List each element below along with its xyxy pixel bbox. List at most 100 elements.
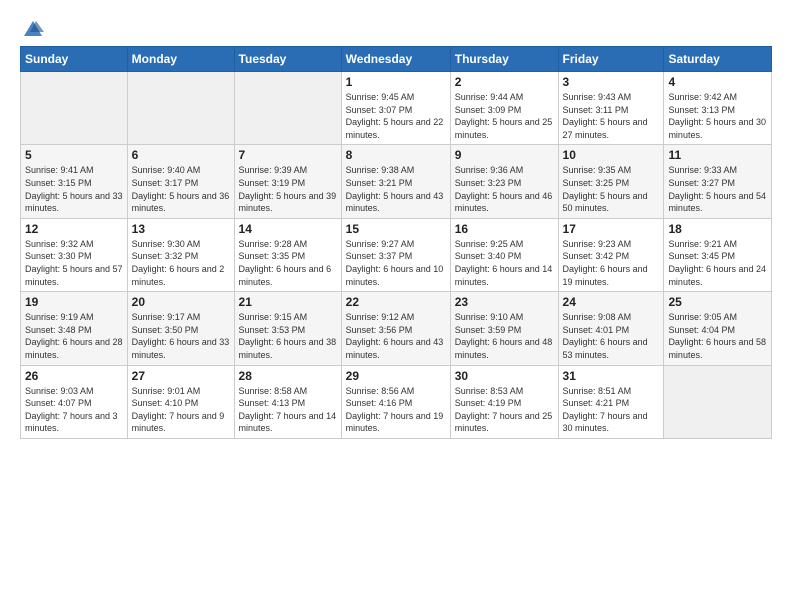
day-info: Sunrise: 9:08 AMSunset: 4:01 PMDaylight:… — [563, 311, 660, 361]
day-info: Sunrise: 9:30 AMSunset: 3:32 PMDaylight:… — [132, 238, 230, 288]
calendar-cell — [234, 72, 341, 145]
day-number: 15 — [346, 222, 446, 236]
calendar-week-4: 19 Sunrise: 9:19 AMSunset: 3:48 PMDayligh… — [21, 292, 772, 365]
day-number: 4 — [668, 75, 767, 89]
logo — [20, 18, 44, 36]
calendar-cell: 3 Sunrise: 9:43 AMSunset: 3:11 PMDaylight… — [558, 72, 664, 145]
calendar-cell: 13 Sunrise: 9:30 AMSunset: 3:32 PMDayligh… — [127, 218, 234, 291]
logo-icon — [22, 18, 44, 40]
day-info: Sunrise: 9:03 AMSunset: 4:07 PMDaylight:… — [25, 385, 123, 435]
calendar-cell: 30 Sunrise: 8:53 AMSunset: 4:19 PMDayligh… — [450, 365, 558, 438]
weekday-monday: Monday — [127, 47, 234, 72]
day-number: 9 — [455, 148, 554, 162]
day-number: 17 — [563, 222, 660, 236]
day-info: Sunrise: 9:32 AMSunset: 3:30 PMDaylight:… — [25, 238, 123, 288]
day-info: Sunrise: 9:23 AMSunset: 3:42 PMDaylight:… — [563, 238, 660, 288]
day-info: Sunrise: 9:05 AMSunset: 4:04 PMDaylight:… — [668, 311, 767, 361]
day-number: 12 — [25, 222, 123, 236]
weekday-tuesday: Tuesday — [234, 47, 341, 72]
day-info: Sunrise: 9:10 AMSunset: 3:59 PMDaylight:… — [455, 311, 554, 361]
calendar-cell: 15 Sunrise: 9:27 AMSunset: 3:37 PMDayligh… — [341, 218, 450, 291]
weekday-wednesday: Wednesday — [341, 47, 450, 72]
calendar-cell: 29Sunrise: 8:56 AMSunset: 4:16 PMDayligh… — [341, 365, 450, 438]
day-info: Sunrise: 9:19 AMSunset: 3:48 PMDaylight:… — [25, 311, 123, 361]
day-number: 10 — [563, 148, 660, 162]
day-info: Sunrise: 9:25 AMSunset: 3:40 PMDaylight:… — [455, 238, 554, 288]
calendar-cell: 4Sunrise: 9:42 AMSunset: 3:13 PMDaylight… — [664, 72, 772, 145]
day-number: 7 — [239, 148, 337, 162]
calendar-cell: 14 Sunrise: 9:28 AMSunset: 3:35 PMDayligh… — [234, 218, 341, 291]
calendar-cell: 5Sunrise: 9:41 AMSunset: 3:15 PMDaylight… — [21, 145, 128, 218]
calendar-week-5: 26 Sunrise: 9:03 AMSunset: 4:07 PMDayligh… — [21, 365, 772, 438]
calendar-cell: 25 Sunrise: 9:05 AMSunset: 4:04 PMDayligh… — [664, 292, 772, 365]
calendar: SundayMondayTuesdayWednesdayThursdayFrid… — [20, 46, 772, 439]
day-number: 25 — [668, 295, 767, 309]
day-info: Sunrise: 9:39 AMSunset: 3:19 PMDaylight:… — [239, 164, 337, 214]
calendar-cell: 17 Sunrise: 9:23 AMSunset: 3:42 PMDayligh… — [558, 218, 664, 291]
day-number: 21 — [239, 295, 337, 309]
weekday-sunday: Sunday — [21, 47, 128, 72]
day-number: 14 — [239, 222, 337, 236]
calendar-week-1: 1 Sunrise: 9:45 AMSunset: 3:07 PMDaylight… — [21, 72, 772, 145]
day-number: 16 — [455, 222, 554, 236]
day-number: 19 — [25, 295, 123, 309]
day-info: Sunrise: 9:21 AMSunset: 3:45 PMDaylight:… — [668, 238, 767, 288]
weekday-friday: Friday — [558, 47, 664, 72]
calendar-cell: 18 Sunrise: 9:21 AMSunset: 3:45 PMDayligh… — [664, 218, 772, 291]
day-number: 23 — [455, 295, 554, 309]
calendar-cell — [664, 365, 772, 438]
day-info: Sunrise: 9:17 AMSunset: 3:50 PMDaylight:… — [132, 311, 230, 361]
calendar-cell: 8 Sunrise: 9:38 AMSunset: 3:21 PMDaylight… — [341, 145, 450, 218]
day-number: 18 — [668, 222, 767, 236]
day-info: Sunrise: 9:33 AMSunset: 3:27 PMDaylight:… — [668, 164, 767, 214]
day-number: 24 — [563, 295, 660, 309]
day-number: 28 — [239, 369, 337, 383]
calendar-week-2: 5Sunrise: 9:41 AMSunset: 3:15 PMDaylight… — [21, 145, 772, 218]
calendar-cell: 19 Sunrise: 9:19 AMSunset: 3:48 PMDayligh… — [21, 292, 128, 365]
day-info: Sunrise: 8:51 AMSunset: 4:21 PMDaylight:… — [563, 385, 660, 435]
calendar-cell: 2 Sunrise: 9:44 AMSunset: 3:09 PMDaylight… — [450, 72, 558, 145]
calendar-cell — [127, 72, 234, 145]
calendar-cell: 26 Sunrise: 9:03 AMSunset: 4:07 PMDayligh… — [21, 365, 128, 438]
day-info: Sunrise: 9:36 AMSunset: 3:23 PMDaylight:… — [455, 164, 554, 214]
day-number: 8 — [346, 148, 446, 162]
calendar-cell: 27Sunrise: 9:01 AMSunset: 4:10 PMDayligh… — [127, 365, 234, 438]
day-number: 26 — [25, 369, 123, 383]
calendar-cell: 24 Sunrise: 9:08 AMSunset: 4:01 PMDayligh… — [558, 292, 664, 365]
day-info: Sunrise: 8:58 AMSunset: 4:13 PMDaylight:… — [239, 385, 337, 435]
day-info: Sunrise: 9:43 AMSunset: 3:11 PMDaylight:… — [563, 91, 660, 141]
day-number: 5 — [25, 148, 123, 162]
day-number: 3 — [563, 75, 660, 89]
calendar-cell — [21, 72, 128, 145]
header-area — [20, 18, 772, 36]
calendar-cell: 1 Sunrise: 9:45 AMSunset: 3:07 PMDaylight… — [341, 72, 450, 145]
calendar-cell: 20 Sunrise: 9:17 AMSunset: 3:50 PMDayligh… — [127, 292, 234, 365]
calendar-cell: 7 Sunrise: 9:39 AMSunset: 3:19 PMDaylight… — [234, 145, 341, 218]
calendar-cell: 21Sunrise: 9:15 AMSunset: 3:53 PMDayligh… — [234, 292, 341, 365]
day-info: Sunrise: 9:44 AMSunset: 3:09 PMDaylight:… — [455, 91, 554, 141]
day-number: 30 — [455, 369, 554, 383]
calendar-cell: 6Sunrise: 9:40 AMSunset: 3:17 PMDaylight… — [127, 145, 234, 218]
day-info: Sunrise: 9:01 AMSunset: 4:10 PMDaylight:… — [132, 385, 230, 435]
calendar-cell: 28 Sunrise: 8:58 AMSunset: 4:13 PMDayligh… — [234, 365, 341, 438]
day-info: Sunrise: 8:56 AMSunset: 4:16 PMDaylight:… — [346, 385, 446, 435]
day-number: 11 — [668, 148, 767, 162]
weekday-header-row: SundayMondayTuesdayWednesdayThursdayFrid… — [21, 47, 772, 72]
day-number: 2 — [455, 75, 554, 89]
weekday-thursday: Thursday — [450, 47, 558, 72]
day-info: Sunrise: 9:28 AMSunset: 3:35 PMDaylight:… — [239, 238, 337, 288]
calendar-cell: 16 Sunrise: 9:25 AMSunset: 3:40 PMDayligh… — [450, 218, 558, 291]
day-number: 1 — [346, 75, 446, 89]
day-info: Sunrise: 8:53 AMSunset: 4:19 PMDaylight:… — [455, 385, 554, 435]
calendar-week-3: 12 Sunrise: 9:32 AMSunset: 3:30 PMDayligh… — [21, 218, 772, 291]
day-info: Sunrise: 9:45 AMSunset: 3:07 PMDaylight:… — [346, 91, 446, 141]
day-number: 6 — [132, 148, 230, 162]
day-info: Sunrise: 9:27 AMSunset: 3:37 PMDaylight:… — [346, 238, 446, 288]
calendar-cell: 31Sunrise: 8:51 AMSunset: 4:21 PMDayligh… — [558, 365, 664, 438]
calendar-cell: 10Sunrise: 9:35 AMSunset: 3:25 PMDayligh… — [558, 145, 664, 218]
day-info: Sunrise: 9:38 AMSunset: 3:21 PMDaylight:… — [346, 164, 446, 214]
day-number: 20 — [132, 295, 230, 309]
day-number: 13 — [132, 222, 230, 236]
day-info: Sunrise: 9:12 AMSunset: 3:56 PMDaylight:… — [346, 311, 446, 361]
calendar-cell: 12 Sunrise: 9:32 AMSunset: 3:30 PMDayligh… — [21, 218, 128, 291]
